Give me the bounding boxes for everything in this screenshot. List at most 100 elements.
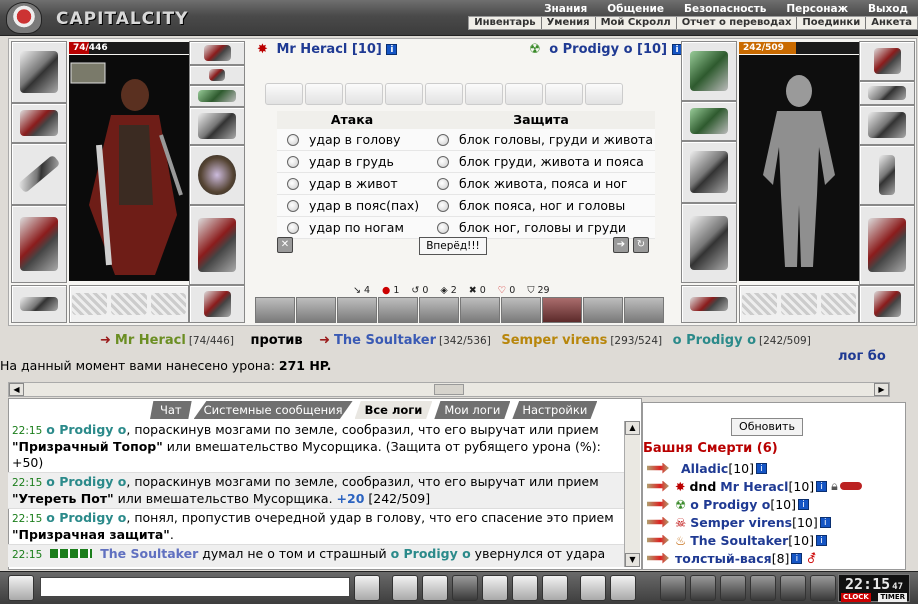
opponent-earrings-slot[interactable] <box>859 41 915 81</box>
dance-icon[interactable] <box>482 575 508 601</box>
eraser-icon[interactable] <box>392 575 418 601</box>
menu-exit[interactable]: Выход <box>858 2 918 16</box>
info-icon[interactable]: i <box>819 516 831 528</box>
block-option-2[interactable]: блок груди, живота и пояса <box>427 151 655 173</box>
info-icon[interactable]: i <box>815 534 827 546</box>
potion-icon[interactable] <box>660 575 686 601</box>
private-message-icon[interactable] <box>647 462 669 474</box>
opponent-weapon-slot[interactable] <box>681 141 737 203</box>
helmet-slot[interactable] <box>11 41 67 103</box>
submenu-skills[interactable]: Умения <box>542 17 596 29</box>
block-option-3[interactable]: блок живота, пояса и ног <box>427 173 655 195</box>
skill-slot[interactable] <box>542 297 582 323</box>
attack-stomach[interactable]: удар в живот <box>277 173 427 195</box>
radio-icon[interactable] <box>437 199 449 212</box>
radio-icon[interactable] <box>437 177 449 190</box>
tab-settings[interactable]: Настройки <box>512 401 598 419</box>
private-message-icon[interactable] <box>647 498 669 510</box>
block-option-1[interactable]: блок головы, груди и живота <box>427 129 655 151</box>
player-row[interactable]: ☠ Semper virens [10] i <box>647 513 903 531</box>
filter-icon[interactable] <box>422 575 448 601</box>
skill-slot[interactable] <box>255 297 295 323</box>
opponent-boots-slot[interactable] <box>859 285 915 323</box>
submenu-inventory[interactable]: Инвентарь <box>469 17 542 29</box>
block-option-5[interactable]: блок ног, головы и груди <box>427 217 655 239</box>
opponent-leggings-slot[interactable] <box>859 205 915 285</box>
music-icon[interactable] <box>542 575 568 601</box>
earrings-slot[interactable] <box>189 41 245 65</box>
attack-belt[interactable]: удар в пояс(пах) <box>277 195 427 217</box>
tab-all-logs[interactable]: Все логи <box>354 401 433 419</box>
opponent-helmet-slot[interactable] <box>681 41 737 101</box>
radio-icon[interactable] <box>437 133 449 146</box>
skill-slot[interactable] <box>624 297 664 323</box>
private-message-icon[interactable] <box>647 534 669 546</box>
opponent-bracers-slot[interactable] <box>681 101 737 141</box>
tab-chat[interactable]: Чат <box>150 401 192 419</box>
cancel-icon[interactable]: ✕ <box>277 237 293 253</box>
info-icon[interactable]: i <box>816 480 828 492</box>
bracers-slot[interactable] <box>11 103 67 143</box>
helmet-icon[interactable] <box>610 575 636 601</box>
radio-icon[interactable] <box>287 221 299 234</box>
radio-icon[interactable] <box>437 221 449 234</box>
scroll-slot[interactable] <box>585 83 623 105</box>
player-row[interactable]: толстый-вася [8] i ⚦ <box>647 549 903 567</box>
amulet-slot[interactable] <box>189 65 245 85</box>
scroll-slot[interactable] <box>545 83 583 105</box>
menu-knowledge[interactable]: Знания <box>534 2 597 16</box>
horizontal-scrollbar[interactable]: ◀ ▶ <box>8 382 890 397</box>
radio-icon[interactable] <box>287 155 299 168</box>
scroll-slot[interactable] <box>505 83 543 105</box>
versus-opponent-2[interactable]: Semper virens <box>501 333 607 348</box>
attack-head[interactable]: удар в голову <box>277 129 427 151</box>
private-message-icon[interactable] <box>647 480 669 492</box>
player-row[interactable]: Alladic [10] i <box>647 459 903 477</box>
radio-icon[interactable] <box>437 155 449 168</box>
scroll-slot[interactable] <box>265 83 303 105</box>
scroll-slot[interactable] <box>465 83 503 105</box>
refresh-button[interactable]: Обновить <box>731 418 803 436</box>
belt-slot[interactable] <box>11 285 67 323</box>
submenu-my-scroll[interactable]: Мой Скролл <box>596 17 677 29</box>
left-fighter-name[interactable]: ✸ Mr Heracl [10] i <box>257 42 398 57</box>
tab-system-messages[interactable]: Системные сообщения <box>193 401 353 419</box>
block-option-4[interactable]: блок пояса, ног и головы <box>427 195 655 217</box>
skill-slot[interactable] <box>419 297 459 323</box>
log-scrollbar[interactable]: ▲ ▼ <box>624 421 640 567</box>
skill-slot[interactable] <box>501 297 541 323</box>
info-icon[interactable]: i <box>791 552 803 564</box>
attack-legs[interactable]: удар по ногам <box>277 217 427 239</box>
radio-icon[interactable] <box>287 133 299 146</box>
radio-icon[interactable] <box>287 199 299 212</box>
submenu-profile[interactable]: Анкета <box>866 17 917 29</box>
bag-icon[interactable] <box>720 575 746 601</box>
opponent-gloves-slot[interactable] <box>859 105 915 145</box>
scroll-slot[interactable] <box>425 83 463 105</box>
radio-icon[interactable] <box>287 177 299 190</box>
tab-my-logs[interactable]: Мои логи <box>434 401 511 419</box>
rings-slot[interactable] <box>189 85 245 107</box>
flag-icon[interactable] <box>780 575 806 601</box>
gift-icon[interactable] <box>750 575 776 601</box>
scroll-left-icon[interactable]: ◀ <box>9 383 24 396</box>
skill-slot[interactable] <box>378 297 418 323</box>
versus-opponent-1[interactable]: The Soultaker <box>334 333 436 348</box>
opponent-armor-slot[interactable] <box>681 203 737 283</box>
skill-slot[interactable] <box>337 297 377 323</box>
menu-character[interactable]: Персонаж <box>776 2 858 16</box>
opponent-belt-slot[interactable] <box>681 285 737 323</box>
attack-chest[interactable]: удар в грудь <box>277 151 427 173</box>
chat-input[interactable] <box>40 577 350 597</box>
scroll-right-icon[interactable]: ▶ <box>874 383 889 396</box>
private-icon[interactable] <box>512 575 538 601</box>
armor-slot[interactable] <box>11 205 67 283</box>
private-message-icon[interactable] <box>647 516 669 528</box>
go-button[interactable]: Вперёд!!! <box>419 237 487 255</box>
player-row[interactable]: ♨ The Soultaker [10] i <box>647 531 903 549</box>
smiley-icon[interactable] <box>580 575 606 601</box>
versus-left-name[interactable]: Mr Heracl <box>115 333 186 348</box>
save-icon[interactable] <box>452 575 478 601</box>
scroll-slot[interactable] <box>345 83 383 105</box>
shield-slot[interactable] <box>189 145 245 205</box>
